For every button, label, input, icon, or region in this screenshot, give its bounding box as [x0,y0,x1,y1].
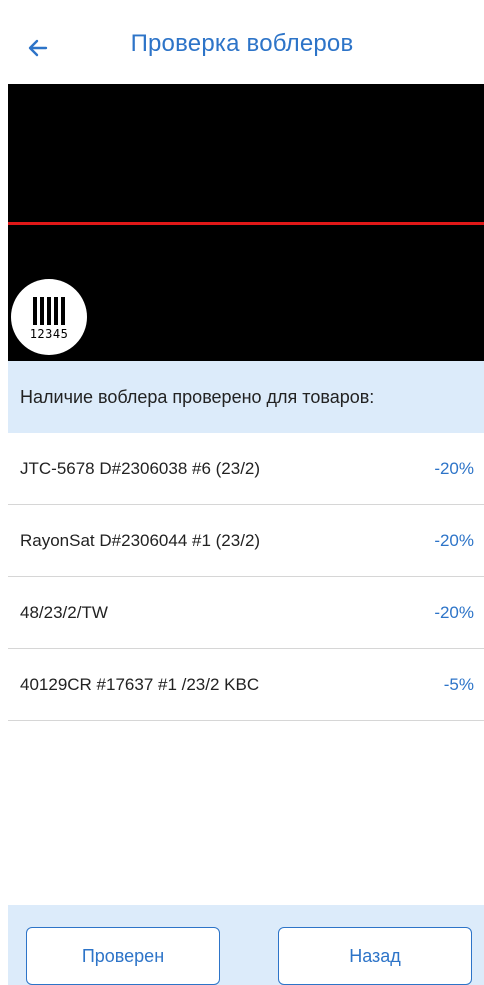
list-item[interactable]: 40129CR #17637 #1 /23/2 KBC -5% [8,649,484,721]
item-name: 48/23/2/TW [20,602,108,622]
footer-bar: Проверен Назад [8,905,484,985]
page-title: Проверка воблеров [130,30,354,57]
barcode-icon [33,297,65,325]
checked-button[interactable]: Проверен [26,927,220,985]
screen: Проверка воблеров 12345 Наличие воблера … [0,0,484,985]
section-title: Наличие воблера проверено для товаров: [20,386,375,407]
scan-line [8,222,484,225]
barcode-number: 12345 [29,327,69,341]
list-item[interactable]: 48/23/2/TW -20% [8,577,484,649]
list-item[interactable]: RayonSat D#2306044 #1 (23/2) -20% [8,505,484,577]
checked-items-list: JTC-5678 D#2306038 #6 (23/2) -20% RayonS… [8,433,484,721]
item-discount: -20% [434,530,474,550]
app-header: Проверка воблеров [0,0,484,84]
item-discount: -20% [434,602,474,622]
item-discount: -5% [443,674,474,694]
list-item[interactable]: JTC-5678 D#2306038 #6 (23/2) -20% [8,433,484,505]
section-header: Наличие воблера проверено для товаров: [8,361,484,433]
item-name: RayonSat D#2306044 #1 (23/2) [20,530,261,550]
item-name: JTC-5678 D#2306038 #6 (23/2) [20,458,261,478]
barcode-toggle-button[interactable]: 12345 [11,279,87,355]
camera-viewfinder: 12345 [8,84,484,361]
item-discount: -20% [434,458,474,478]
item-name: 40129CR #17637 #1 /23/2 KBC [20,674,260,694]
back-button[interactable]: Назад [278,927,472,985]
